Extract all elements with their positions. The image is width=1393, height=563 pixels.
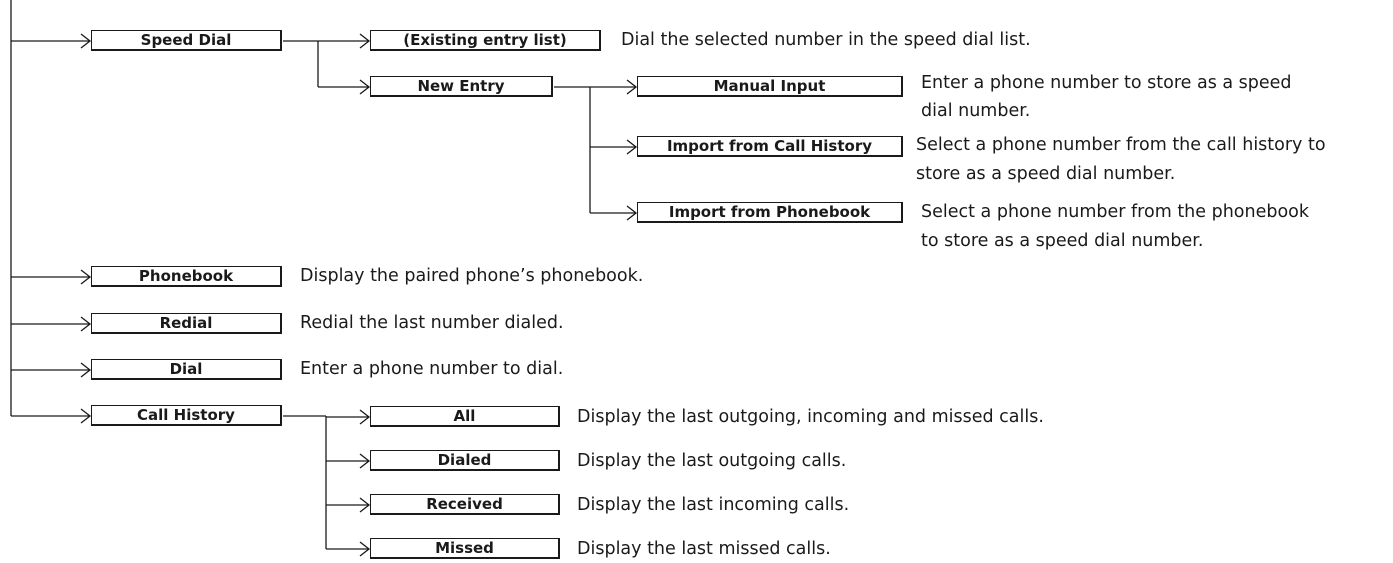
desc-missed: Display the last missed calls. (577, 539, 831, 559)
desc-manual-input-line1: Enter a phone number to store as a speed (921, 73, 1292, 93)
desc-dialed: Display the last outgoing calls. (577, 451, 847, 471)
desc-manual-input-line2: dial number. (921, 101, 1031, 121)
desc-dial: Enter a phone number to dial. (300, 359, 564, 379)
box-missed[interactable]: Missed (370, 538, 560, 559)
box-redial[interactable]: Redial (91, 313, 282, 334)
desc-all: Display the last outgoing, incoming and … (577, 407, 1044, 427)
desc-phonebook: Display the paired phone’s phonebook. (300, 266, 644, 286)
box-dialed[interactable]: Dialed (370, 450, 560, 471)
box-phonebook[interactable]: Phonebook (91, 266, 282, 287)
menu-tree-diagram: Speed Dial (Existing entry list) Dial th… (0, 0, 1393, 563)
desc-import-call-history-line2: store as a speed dial number. (916, 164, 1176, 184)
box-dial[interactable]: Dial (91, 359, 282, 380)
desc-redial: Redial the last number dialed. (300, 313, 564, 333)
desc-import-call-history-line1: Select a phone number from the call hist… (916, 135, 1326, 155)
desc-import-phonebook-line2: to store as a speed dial number. (921, 231, 1204, 251)
box-import-call-history[interactable]: Import from Call History (637, 136, 903, 157)
box-new-entry[interactable]: New Entry (370, 76, 553, 97)
box-import-phonebook[interactable]: Import from Phonebook (637, 202, 903, 223)
box-speed-dial[interactable]: Speed Dial (91, 30, 282, 51)
box-existing-entry-list[interactable]: (Existing entry list) (370, 30, 601, 51)
desc-existing-entry-list: Dial the selected number in the speed di… (621, 30, 1031, 50)
desc-received: Display the last incoming calls. (577, 495, 850, 515)
box-call-history[interactable]: Call History (91, 405, 282, 426)
desc-import-phonebook-line1: Select a phone number from the phonebook (921, 202, 1310, 222)
box-all[interactable]: All (370, 406, 560, 427)
box-manual-input[interactable]: Manual Input (637, 76, 903, 97)
box-received[interactable]: Received (370, 494, 560, 515)
